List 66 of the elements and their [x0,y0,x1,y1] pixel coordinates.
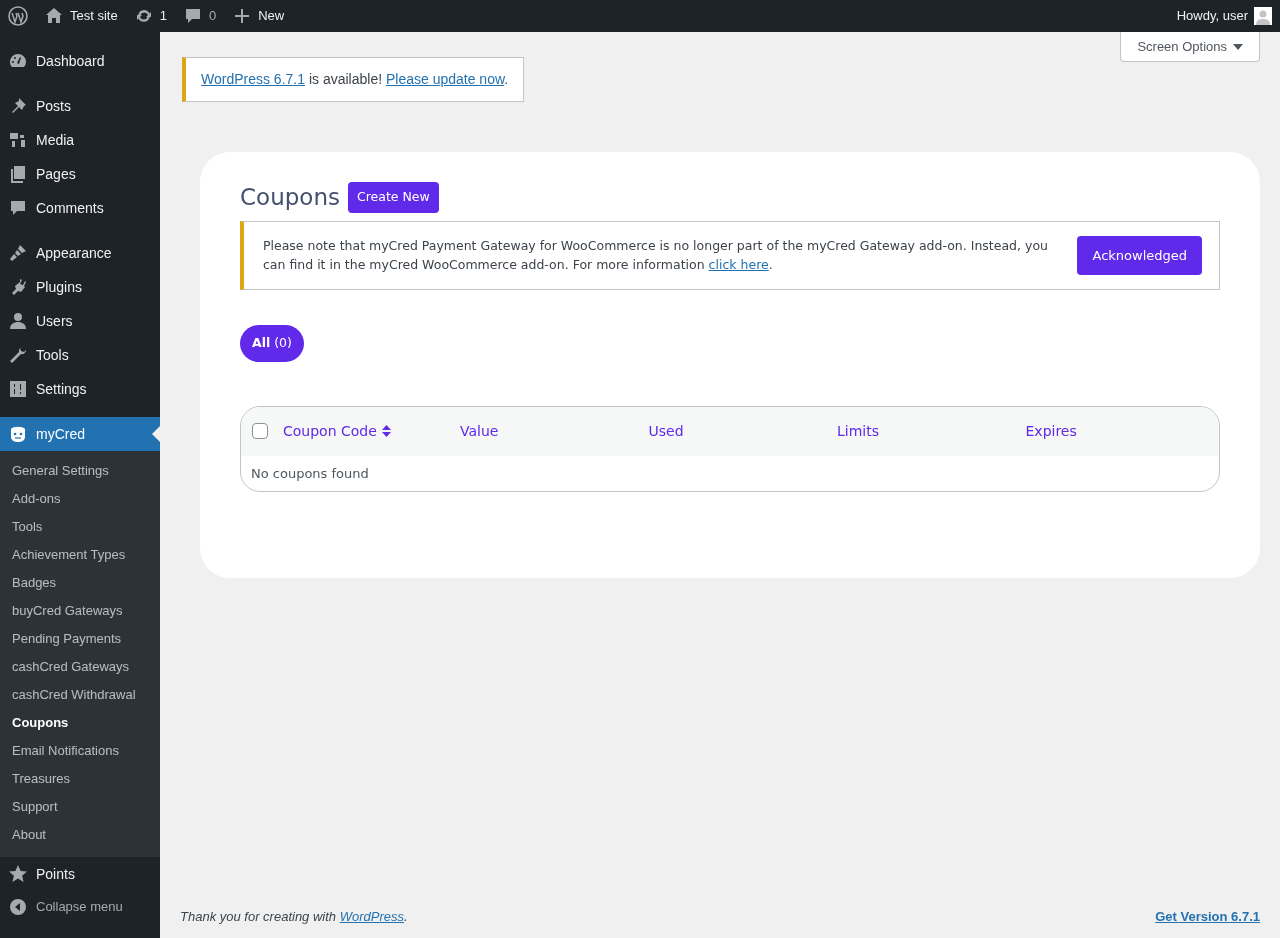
submenu-item[interactable]: Pending Payments [0,625,160,653]
empty-table-message: No coupons found [250,464,370,483]
wordpress-logo-icon[interactable] [8,6,28,26]
mascot-face-icon [8,424,28,444]
new-link[interactable]: New [224,0,293,32]
sidebar-menu-item[interactable]: Comments [0,191,160,225]
person-icon [8,311,28,331]
submenu-item[interactable]: cashCred Withdrawal [0,681,160,709]
get-version-link[interactable]: Get Version 6.7.1 [1155,906,1260,926]
star-icon [8,864,28,884]
update-message: WordPress 6.7.1 is available! Please update now. [201,70,509,89]
avatar-silhouette-icon [1254,7,1272,25]
left-arrow-circle-icon [8,897,28,917]
wordpress-link[interactable]: WordPress [339,908,404,924]
collapse-menu-button[interactable]: Collapse menu [0,891,131,923]
sliders-icon [8,379,28,399]
submenu-item[interactable]: About [0,821,160,849]
column-header-link[interactable]: Coupon Code [283,420,391,442]
column-header-link[interactable]: Limits [837,420,879,442]
pages-icon [8,164,28,184]
submenu-item[interactable]: cashCred Gateways [0,653,160,681]
submenu-item[interactable]: Coupons [0,709,160,737]
submenu-item[interactable]: Tools [0,513,160,541]
filter-tab[interactable]: All (0) [240,324,304,362]
speech-bubble-icon [8,198,28,218]
sidebar-menu-item[interactable]: Users [0,304,160,338]
footer-credit: Thank you for creating with WordPress. [180,907,408,926]
create-new-button[interactable]: Create New [347,182,439,213]
submenu-item[interactable]: Add-ons [0,485,160,513]
acknowledged-button[interactable]: Acknowledged [1077,235,1202,275]
caret-down-icon [1233,43,1243,50]
submenu-item[interactable]: Treasures [0,765,160,793]
sort-arrows-icon [381,425,391,437]
wrench-icon [8,345,28,365]
sidebar-menu-item[interactable]: Dashboard [0,44,160,78]
column-header-link[interactable]: Expires [1025,420,1077,442]
submenu-item[interactable]: Support [0,793,160,821]
page-title: Coupons [240,183,340,212]
account-link[interactable]: Howdy, user [1168,0,1280,32]
sidebar-menu-item[interactable]: Pages [0,157,160,191]
site-link[interactable]: Test site [36,0,126,32]
sidebar-menu-item[interactable]: Posts [0,89,160,123]
sidebar-menu-item[interactable]: Points [0,857,160,891]
version-link[interactable]: WordPress 6.7.1 [201,71,305,87]
click-here-link[interactable]: click here [708,257,769,273]
column-header-link[interactable]: Used [648,420,684,442]
sidebar-menu-item[interactable]: Media [0,123,160,157]
media-icon [8,130,28,150]
submenu-item[interactable]: Achievement Types [0,541,160,569]
column-header-link[interactable]: Value [460,420,499,442]
submenu-item[interactable]: Badges [0,569,160,597]
sidebar-menu-item[interactable]: myCred [0,417,160,451]
comments-link[interactable]: 0 [174,0,225,32]
submenu-item[interactable]: buyCred Gateways [0,597,160,625]
paintbrush-icon [8,243,28,263]
house-icon [44,6,64,26]
submenu-item[interactable]: Email Notifications [0,737,160,765]
screen-options-button[interactable]: Screen Options [1120,32,1260,62]
notice-message: Please note that myCred Payment Gateway for WooCommerce is no longer part of the myCred Gateway add-on. Instead, you can find it in the myCred WooCommerce add-on. For more information click here. [263,237,1049,275]
sidebar-menu-item[interactable]: Plugins [0,270,160,304]
submenu-item[interactable]: General Settings [0,457,160,485]
updates-link[interactable]: 1 [125,0,175,32]
sidebar-menu-item[interactable]: Settings [0,372,160,406]
sidebar-menu-item[interactable]: Tools [0,338,160,372]
select-all-checkbox[interactable] [252,423,268,439]
sidebar-menu-item[interactable]: Appearance [0,236,160,270]
